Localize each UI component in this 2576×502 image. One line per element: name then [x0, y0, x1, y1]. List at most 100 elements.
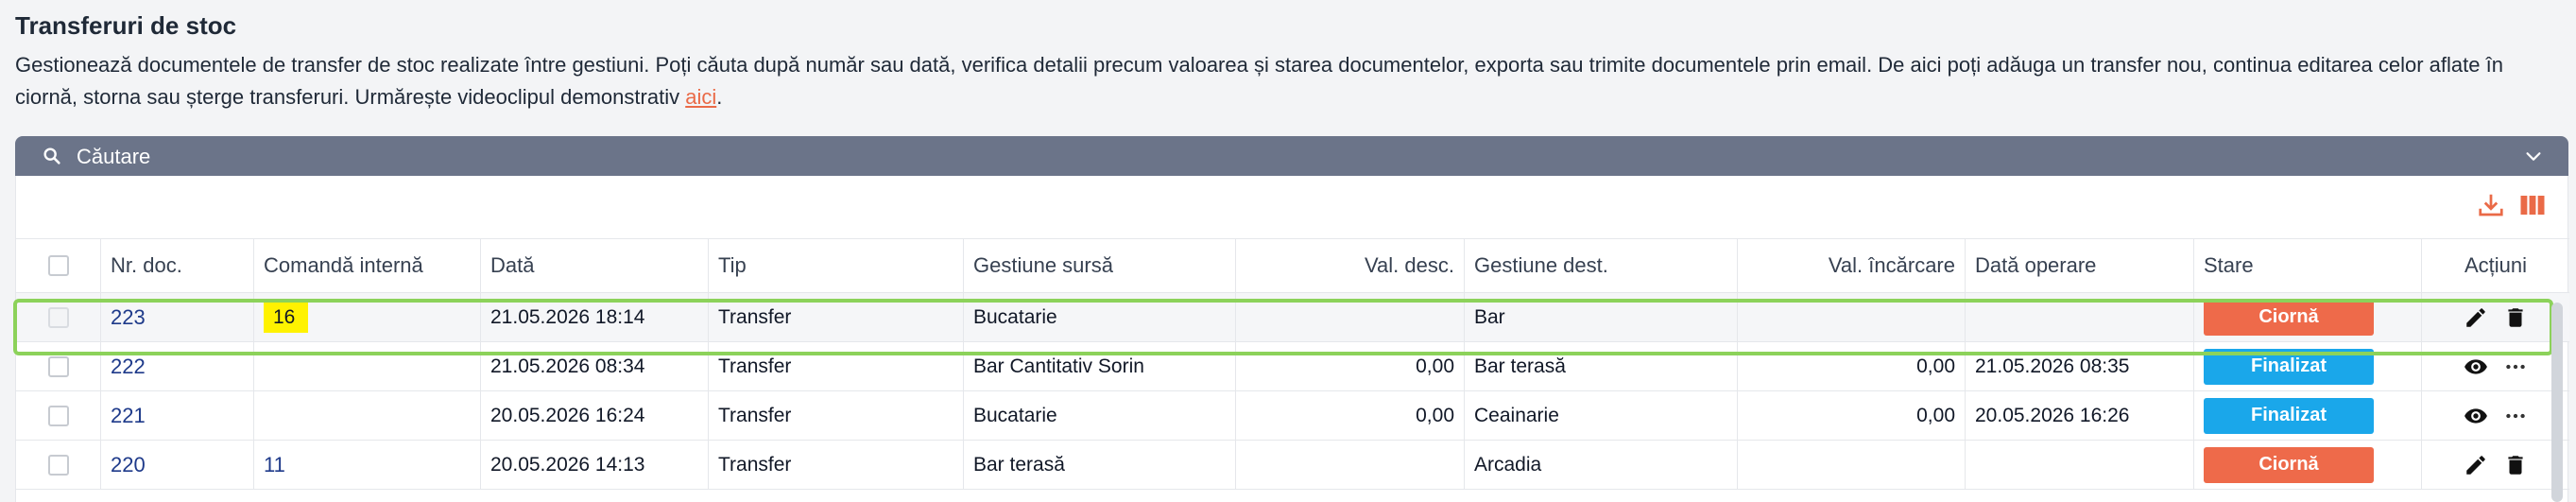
stare-cell: Finalizat: [2194, 342, 2422, 390]
col-data-operare[interactable]: Dată operare: [1966, 239, 2194, 292]
data-cell: 20.05.2026 16:24: [481, 391, 709, 440]
nr-doc-cell: 223: [101, 293, 254, 341]
search-panel-header[interactable]: Căutare: [15, 136, 2568, 176]
select-all-cell: [16, 239, 101, 292]
sursa-cell: Bar terasă: [964, 441, 1236, 489]
nr-doc-link[interactable]: 223: [111, 305, 146, 330]
dest-cell: Bar terasă: [1465, 342, 1738, 390]
nr-doc-cell: 220: [101, 441, 254, 489]
row-checkbox[interactable]: [47, 405, 69, 426]
demo-video-link[interactable]: aici: [685, 85, 716, 109]
table-row[interactable]: 223 16 21.05.2026 18:14 Transfer Bucatar…: [16, 293, 2569, 342]
comanda-cell: 16: [254, 293, 481, 341]
actions-cell: [2422, 441, 2569, 489]
nr-doc-link[interactable]: 220: [111, 453, 146, 477]
nr-doc-cell: 221: [101, 391, 254, 440]
table-row[interactable]: 222 21.05.2026 08:34 Transfer Bar Cantit…: [16, 342, 2569, 391]
table-scrollbar[interactable]: [2551, 303, 2563, 502]
row-checkbox-cell: [16, 342, 101, 390]
val-desc-cell: 0,00: [1236, 391, 1465, 440]
row-checkbox-cell: [16, 391, 101, 440]
row-checkbox[interactable]: [47, 454, 69, 476]
val-desc-cell: 0,00: [1236, 342, 1465, 390]
edit-icon[interactable]: [2464, 453, 2488, 477]
tip-cell: Transfer: [709, 441, 964, 489]
nr-doc-link[interactable]: 222: [111, 355, 146, 379]
data-op-cell: 20.05.2026 16:26: [1966, 391, 2194, 440]
col-val-desc[interactable]: Val. desc.: [1236, 239, 1465, 292]
trash-icon[interactable]: [2503, 305, 2528, 330]
val-desc-cell: [1236, 293, 1465, 341]
description-text: Gestionează documentele de transfer de s…: [15, 53, 2503, 109]
status-badge: Ciornă: [2204, 299, 2374, 336]
col-gestiune-dest[interactable]: Gestiune dest.: [1465, 239, 1738, 292]
row-checkbox-cell: [16, 293, 101, 341]
table-row[interactable]: 221 20.05.2026 16:24 Transfer Bucatarie …: [16, 391, 2569, 441]
data-op-cell: 21.05.2026 08:35: [1966, 342, 2194, 390]
col-tip[interactable]: Tip: [709, 239, 964, 292]
comanda-link[interactable]: 11: [264, 453, 285, 477]
transfers-card: Nr. doc. Comandă internă Dată Tip Gestiu…: [15, 176, 2569, 502]
nr-doc-cell: 222: [101, 342, 254, 390]
data-cell: 21.05.2026 08:34: [481, 342, 709, 390]
val-inc-cell: 0,00: [1738, 391, 1966, 440]
page-description: Gestionează documentele de transfer de s…: [15, 49, 2557, 113]
row-checkbox[interactable]: [47, 306, 69, 328]
data-cell: 20.05.2026 14:13: [481, 441, 709, 489]
dest-cell: Ceainarie: [1465, 391, 1738, 440]
data-op-cell: [1966, 441, 2194, 489]
search-icon: [43, 147, 60, 164]
row-checkbox-cell: [16, 441, 101, 489]
status-badge: Finalizat: [2204, 348, 2374, 385]
comanda-value: 16: [264, 302, 309, 333]
select-all-checkbox[interactable]: [47, 255, 69, 276]
description-end: .: [716, 85, 723, 109]
more-icon[interactable]: [2503, 355, 2528, 379]
table-header: Nr. doc. Comandă internă Dată Tip Gestiu…: [16, 238, 2569, 293]
eye-icon[interactable]: [2464, 355, 2488, 379]
actions-cell: [2422, 342, 2569, 390]
comanda-cell: 11: [254, 441, 481, 489]
actions-cell: [2422, 293, 2569, 341]
search-label: Căutare: [77, 145, 151, 168]
trash-icon[interactable]: [2503, 453, 2528, 477]
comanda-cell: [254, 342, 481, 390]
col-data[interactable]: Dată: [481, 239, 709, 292]
col-stare[interactable]: Stare: [2194, 239, 2422, 292]
sursa-cell: Bucatarie: [964, 293, 1236, 341]
row-checkbox[interactable]: [47, 355, 69, 377]
tip-cell: Transfer: [709, 391, 964, 440]
page-title: Transferuri de stoc: [15, 11, 237, 40]
comanda-cell: [254, 391, 481, 440]
actions-cell: [2422, 391, 2569, 440]
data-cell: 21.05.2026 18:14: [481, 293, 709, 341]
sursa-cell: Bucatarie: [964, 391, 1236, 440]
stare-cell: Finalizat: [2194, 391, 2422, 440]
status-badge: Ciornă: [2204, 446, 2374, 483]
sursa-cell: Bar Cantitativ Sorin: [964, 342, 1236, 390]
val-inc-cell: [1738, 441, 1966, 489]
dest-cell: Bar: [1465, 293, 1738, 341]
tip-cell: Transfer: [709, 293, 964, 341]
col-gestiune-sursa[interactable]: Gestiune sursă: [964, 239, 1236, 292]
edit-icon[interactable]: [2464, 305, 2488, 330]
table-row[interactable]: 220 11 20.05.2026 14:13 Transfer Bar ter…: [16, 441, 2569, 490]
chevron-down-icon[interactable]: [2523, 146, 2544, 166]
download-icon[interactable]: [2477, 191, 2505, 219]
nr-doc-link[interactable]: 221: [111, 404, 146, 428]
stare-cell: Ciornă: [2194, 441, 2422, 489]
tip-cell: Transfer: [709, 342, 964, 390]
columns-icon[interactable]: [2518, 191, 2547, 219]
col-val-incarcare[interactable]: Val. încărcare: [1738, 239, 1966, 292]
col-actiuni: Acțiuni: [2464, 253, 2528, 277]
dest-cell: Arcadia: [1465, 441, 1738, 489]
col-nr-doc[interactable]: Nr. doc.: [101, 239, 254, 292]
status-badge: Finalizat: [2204, 397, 2374, 434]
val-inc-cell: [1738, 293, 1966, 341]
more-icon[interactable]: [2503, 404, 2528, 428]
val-inc-cell: 0,00: [1738, 342, 1966, 390]
col-comanda-interna[interactable]: Comandă internă: [254, 239, 481, 292]
eye-icon[interactable]: [2464, 404, 2488, 428]
val-desc-cell: [1236, 441, 1465, 489]
data-op-cell: [1966, 293, 2194, 341]
